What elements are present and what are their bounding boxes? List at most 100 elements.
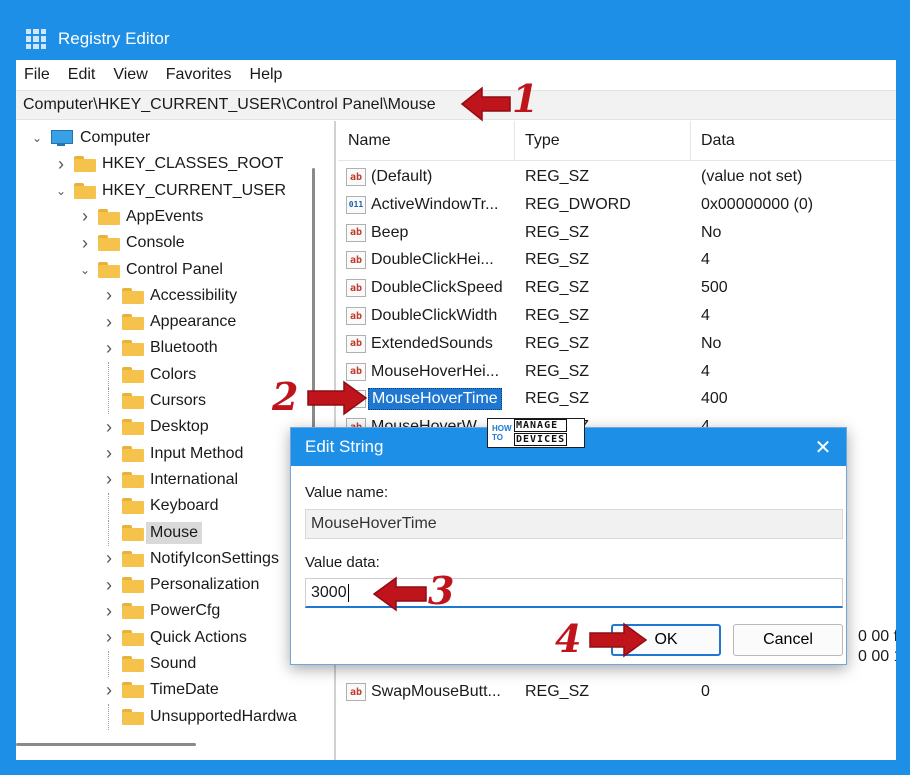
- logo-how-to: HOW TO: [492, 424, 514, 442]
- tree-item[interactable]: › Quick Actions: [102, 625, 247, 651]
- tree-item[interactable]: Mouse: [102, 519, 203, 546]
- tree-item[interactable]: › HKEY_CLASSES_ROOT: [54, 151, 283, 177]
- chevron-down-icon[interactable]: ⌄: [54, 184, 68, 198]
- menu-help[interactable]: Help: [250, 66, 283, 84]
- table-row[interactable]: ab (Default) REG_SZ (value not set): [338, 163, 896, 191]
- chevron-right-icon[interactable]: ›: [102, 338, 116, 358]
- tree-item[interactable]: › International: [102, 467, 238, 493]
- tree-item[interactable]: Cursors: [102, 388, 206, 414]
- tree-connector: [108, 388, 116, 414]
- string-value-icon: ab: [346, 168, 366, 186]
- tree-item-label: Bluetooth: [150, 339, 218, 357]
- menu-view[interactable]: View: [113, 66, 147, 84]
- tree-item[interactable]: › Bluetooth: [102, 335, 218, 361]
- tree-item-label: Personalization: [150, 576, 260, 594]
- table-row[interactable]: ab ExtendedSounds REG_SZ No: [338, 330, 896, 358]
- tree-item-label: Control Panel: [126, 260, 223, 278]
- folder-icon: [122, 708, 144, 725]
- tree-item-label: International: [150, 470, 239, 488]
- value-name-cell: ab SwapMouseButt...: [346, 678, 514, 706]
- value-type-cell: REG_SZ: [525, 362, 590, 380]
- menu-favorites[interactable]: Favorites: [166, 66, 232, 84]
- tree-item[interactable]: › Accessibility: [102, 283, 237, 309]
- value-type-cell: REG_SZ: [525, 307, 590, 324]
- chevron-right-icon[interactable]: ›: [102, 312, 116, 332]
- chevron-right-icon[interactable]: ›: [78, 233, 92, 253]
- tree-item[interactable]: Keyboard: [102, 493, 219, 520]
- tree-horizontal-scrollbar[interactable]: [16, 743, 196, 746]
- folder-icon: [122, 471, 144, 488]
- value-type-cell: REG_SZ: [525, 683, 590, 700]
- tree-item[interactable]: › Console: [78, 230, 185, 256]
- tree-item[interactable]: › TimeDate: [102, 677, 219, 703]
- logo-devices: DEVICES: [514, 433, 568, 446]
- folder-icon: [122, 550, 144, 567]
- chevron-right-icon[interactable]: ›: [102, 417, 116, 437]
- table-row[interactable]: abMouseHoverTime REG_SZ 400: [338, 385, 896, 413]
- computer-icon: [50, 130, 73, 146]
- chevron-right-icon[interactable]: ›: [102, 680, 116, 700]
- value-name-cell: ab ExtendedSounds: [346, 330, 514, 358]
- value-name-cell: 011 ActiveWindowTr...: [346, 191, 514, 219]
- value-name-text: MouseHoverTime: [311, 515, 437, 532]
- menu-edit[interactable]: Edit: [68, 66, 96, 84]
- chevron-right-icon[interactable]: ›: [102, 601, 116, 621]
- table-row[interactable]: ab MouseHoverHei... REG_SZ 4: [338, 358, 896, 386]
- tree-item-label: Desktop: [150, 418, 209, 436]
- chevron-right-icon[interactable]: ›: [102, 443, 116, 463]
- tree-item[interactable]: Colors: [102, 361, 196, 388]
- string-value-icon: ab: [346, 334, 366, 353]
- tree-item[interactable]: › Desktop: [102, 414, 209, 440]
- chevron-right-icon[interactable]: ›: [54, 154, 68, 174]
- table-row[interactable]: ab DoubleClickHei... REG_SZ 4: [338, 246, 896, 274]
- annotation-number-2: 2: [272, 374, 299, 419]
- dialog-title: Edit String: [305, 437, 384, 456]
- close-icon[interactable]: ✕: [812, 436, 834, 459]
- value-name-text: MouseHoverTime: [368, 388, 502, 411]
- menu-file[interactable]: File: [24, 66, 50, 84]
- chevron-right-icon[interactable]: ›: [78, 206, 92, 226]
- value-name-cell: ab (Default): [346, 163, 514, 191]
- annotation-arrow-2: [307, 380, 368, 416]
- table-row[interactable]: ab SwapMouseButt... REG_SZ 0: [338, 678, 896, 706]
- value-name-text: ExtendedSounds: [371, 334, 493, 352]
- tree-item[interactable]: ⌄ HKEY_CURRENT_USER: [54, 178, 286, 204]
- chevron-right-icon[interactable]: ›: [102, 548, 116, 568]
- chevron-right-icon[interactable]: ›: [102, 469, 116, 489]
- column-header-type[interactable]: Type: [515, 121, 690, 161]
- table-row[interactable]: ab DoubleClickWidth REG_SZ 4: [338, 302, 896, 330]
- value-data-cell: (value not set): [701, 168, 803, 185]
- chevron-down-icon[interactable]: ⌄: [78, 263, 92, 277]
- value-type-cell: REG_SZ: [525, 168, 590, 185]
- chevron-right-icon[interactable]: ›: [102, 627, 116, 647]
- tree-item[interactable]: › NotifyIconSettings: [102, 546, 279, 572]
- tree-item[interactable]: › Input Method: [102, 441, 243, 467]
- table-row[interactable]: ab DoubleClickSpeed REG_SZ 500: [338, 274, 896, 302]
- annotation-arrow-3: [372, 576, 427, 612]
- column-header-name[interactable]: Name: [338, 121, 514, 161]
- tree-item[interactable]: UnsupportedHardwa: [102, 703, 297, 730]
- column-header-data[interactable]: Data: [691, 121, 896, 161]
- folder-icon: [122, 577, 144, 594]
- tree-item[interactable]: ⌄ Computer: [30, 125, 150, 151]
- tree-item[interactable]: Sound: [102, 651, 196, 677]
- cancel-button[interactable]: Cancel: [733, 624, 843, 656]
- annotation-number-4: 4: [555, 616, 582, 661]
- value-name-text: ActiveWindowTr...: [371, 195, 499, 213]
- table-row[interactable]: 011 ActiveWindowTr... REG_DWORD 0x00000000 …: [338, 191, 896, 219]
- value-name-cell: ab MouseHoverHei...: [346, 358, 514, 386]
- tree-item[interactable]: › Personalization: [102, 572, 259, 598]
- tree-item[interactable]: › Appearance: [102, 309, 236, 335]
- table-row[interactable]: ab Beep REG_SZ No: [338, 219, 896, 247]
- chevron-right-icon[interactable]: ›: [102, 285, 116, 305]
- tree-item[interactable]: › PowerCfg: [102, 598, 220, 624]
- address-bar[interactable]: Computer\HKEY_CURRENT_USER\Control Panel…: [16, 90, 896, 120]
- folder-icon: [122, 656, 144, 672]
- folder-icon: [122, 393, 144, 409]
- value-name-cell: ab Beep: [346, 219, 514, 247]
- chevron-right-icon[interactable]: ›: [102, 575, 116, 595]
- tree-item[interactable]: › AppEvents: [78, 204, 203, 230]
- logo-manage-devices: MANAGE DEVICES: [514, 419, 568, 447]
- tree-item[interactable]: ⌄ Control Panel: [78, 257, 223, 283]
- chevron-down-icon[interactable]: ⌄: [30, 131, 44, 145]
